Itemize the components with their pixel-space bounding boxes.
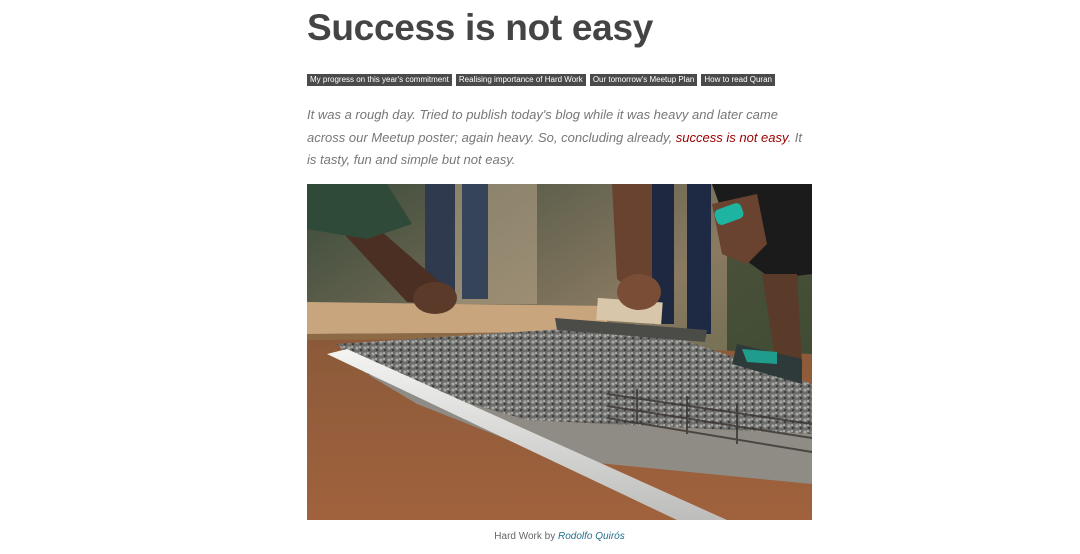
hard-work-photo (307, 184, 812, 520)
post-image (307, 184, 812, 520)
caption-prefix: Hard Work by (494, 531, 559, 542)
tag-link[interactable]: Realising importance of Hard Work (455, 74, 586, 86)
caption-author-link[interactable]: Rodolfo Quirós (558, 531, 625, 542)
post-title: Success is not easy (307, 7, 653, 48)
image-caption: Hard Work by Rodolfo Quirós (307, 530, 812, 544)
tag-link[interactable]: My progress on this year's commitment (307, 74, 452, 86)
tag-link[interactable]: Our tomorrow's Meetup Plan (589, 74, 698, 86)
intro-link[interactable]: success is not easy (676, 130, 788, 145)
tag-list: My progress on this year's commitment Re… (307, 74, 775, 86)
post-intro: It was a rough day. Tried to publish tod… (307, 104, 812, 172)
tag-link[interactable]: How to read Quran (701, 74, 775, 86)
